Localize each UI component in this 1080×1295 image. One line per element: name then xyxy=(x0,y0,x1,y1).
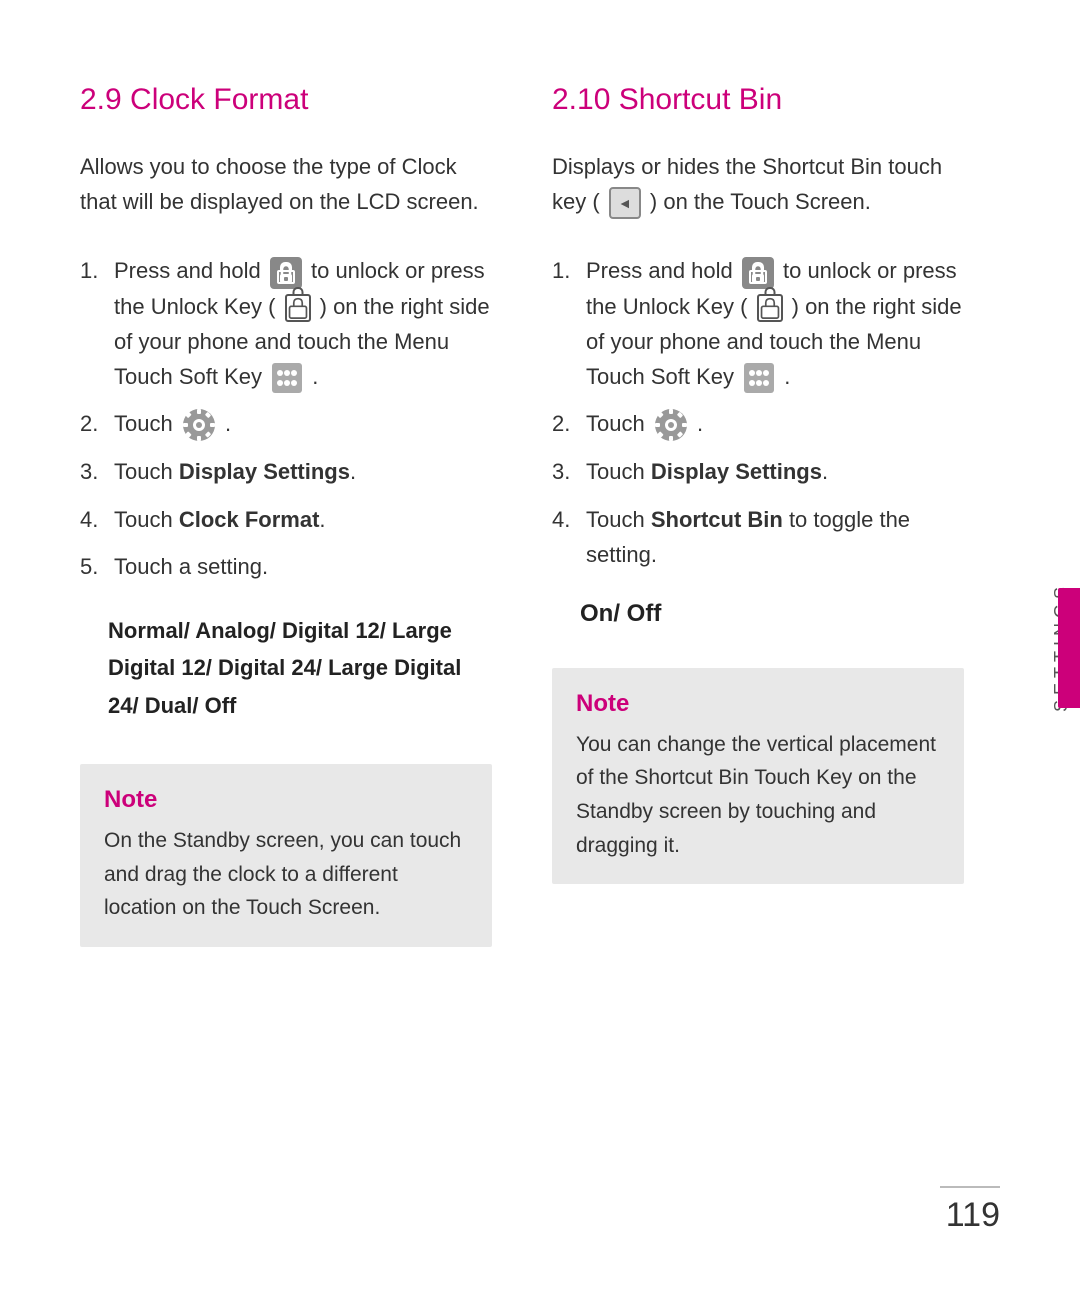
step-number-5: 5. xyxy=(80,549,108,584)
right-section-title: 2.10 Shortcut Bin xyxy=(552,80,964,119)
right-step-list: 1. Press and hold to unlock or press the xyxy=(552,253,964,572)
left-step-4: 4. Touch Clock Format. xyxy=(80,502,492,537)
right-description: Displays or hides the Shortcut Bin touch… xyxy=(552,149,964,219)
gear-icon-1 xyxy=(182,408,216,442)
left-note-box: Note On the Standby screen, you can touc… xyxy=(80,764,492,947)
step-number-4: 4. xyxy=(80,502,108,537)
step-4-content: Touch Clock Format. xyxy=(114,502,492,537)
step-number-1: 1. xyxy=(80,253,108,288)
right-step-4-content: Touch Shortcut Bin to toggle the setting… xyxy=(586,502,964,572)
left-step-list: 1. Press and hold to unlock xyxy=(80,253,492,584)
gear-icon-2 xyxy=(654,408,688,442)
step-number-3: 3. xyxy=(80,454,108,489)
lock-icon xyxy=(270,257,302,289)
shortcut-bin-bold: Shortcut Bin xyxy=(651,507,783,532)
right-step-number-3: 3. xyxy=(552,454,580,489)
settings-options: Normal/ Analog/ Digital 12/ Large Digita… xyxy=(108,612,492,724)
right-column: 2.10 Shortcut Bin Displays or hides the … xyxy=(552,80,964,1215)
sidebar-accent xyxy=(1058,588,1080,708)
sidebar: SETTINGS xyxy=(1024,0,1080,1295)
right-step-1: 1. Press and hold to unlock or press the xyxy=(552,253,964,394)
right-note-box: Note You can change the vertical placeme… xyxy=(552,668,964,884)
main-content: 2.9 Clock Format Allows you to choose th… xyxy=(0,0,1024,1295)
step-3-content: Touch Display Settings. xyxy=(114,454,492,489)
right-step-3: 3. Touch Display Settings. xyxy=(552,454,964,489)
page-number: 119 xyxy=(946,1196,1000,1235)
right-step-2: 2. Touch xyxy=(552,406,964,442)
right-note-title: Note xyxy=(576,690,940,718)
step-2-content: Touch xyxy=(114,406,492,442)
lock-icon-2 xyxy=(742,257,774,289)
menu-icon-1 xyxy=(271,362,303,394)
clock-format-bold: Clock Format xyxy=(179,507,320,532)
left-note-text: On the Standby screen, you can touch and… xyxy=(104,824,468,925)
left-description: Allows you to choose the type of Clock t… xyxy=(80,149,492,219)
page-container: 2.9 Clock Format Allows you to choose th… xyxy=(0,0,1080,1295)
right-step-4: 4. Touch Shortcut Bin to toggle the sett… xyxy=(552,502,964,572)
right-step-3-content: Touch Display Settings. xyxy=(586,454,964,489)
right-step-1-content: Press and hold to unlock or press the Un… xyxy=(586,253,964,394)
step-5-content: Touch a setting. xyxy=(114,549,492,584)
page-divider xyxy=(940,1186,1000,1188)
right-display-settings-bold: Display Settings xyxy=(651,459,822,484)
display-settings-bold: Display Settings xyxy=(179,459,350,484)
right-step-number-4: 4. xyxy=(552,502,580,537)
right-step-2-content: Touch xyxy=(586,406,964,442)
left-note-title: Note xyxy=(104,786,468,814)
lock-small-icon-2 xyxy=(757,294,783,322)
right-step-number-2: 2. xyxy=(552,406,580,441)
page-footer: 119 xyxy=(940,1186,1000,1235)
right-note-text: You can change the vertical placement of… xyxy=(576,728,940,862)
step-number-2: 2. xyxy=(80,406,108,441)
on-off-label: On/ Off xyxy=(580,600,964,628)
right-step-number-1: 1. xyxy=(552,253,580,288)
left-step-3: 3. Touch Display Settings. xyxy=(80,454,492,489)
arrow-icon xyxy=(609,187,641,219)
menu-icon-2 xyxy=(743,362,775,394)
left-section-title: 2.9 Clock Format xyxy=(80,80,492,119)
step-1-content: Press and hold to unlock or press the Un… xyxy=(114,253,492,394)
left-column: 2.9 Clock Format Allows you to choose th… xyxy=(80,80,492,1215)
left-step-1: 1. Press and hold to unlock xyxy=(80,253,492,394)
left-step-5: 5. Touch a setting. xyxy=(80,549,492,584)
left-step-2: 2. Touch xyxy=(80,406,492,442)
lock-small-icon xyxy=(285,294,311,322)
